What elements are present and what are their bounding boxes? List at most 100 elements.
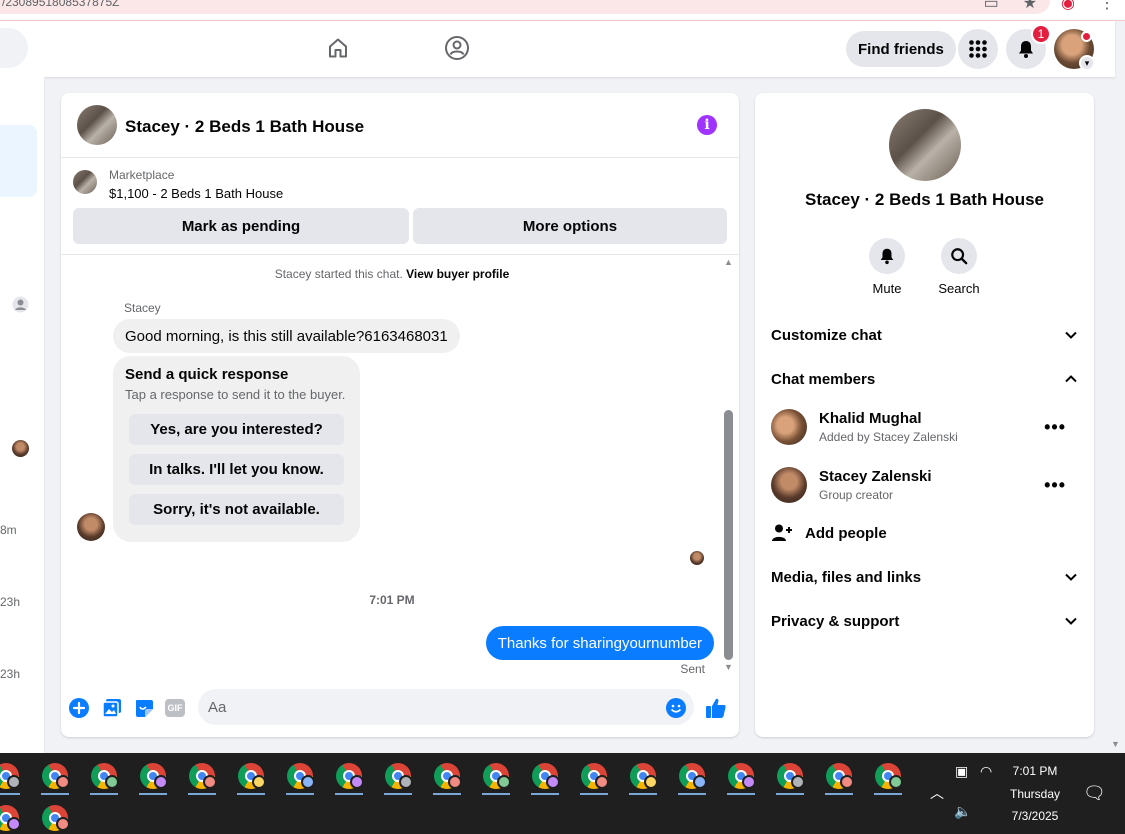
photo-icon[interactable] [101, 697, 123, 719]
taskbar-chrome-window[interactable] [137, 757, 169, 795]
taskbar-date[interactable]: 7/3/2025 [1002, 809, 1068, 823]
chat-list-sidebar: 8m 23h 23h [0, 77, 45, 753]
browser-toolbar: /2308951808537875Z ▭ ★ ◉ ⋮ [0, 0, 1125, 21]
privacy-support-section[interactable]: Privacy & support [771, 605, 1078, 637]
customize-chat-section[interactable]: Customize chat [771, 319, 1078, 351]
profile-badge-icon [840, 775, 854, 789]
volume-icon[interactable]: 🔈 [954, 803, 971, 820]
chevron-down-icon[interactable]: ▾ [1079, 55, 1095, 71]
device-icon[interactable]: ▣ [955, 763, 968, 780]
incoming-message-bubble[interactable]: Good morning, is this still available?61… [113, 319, 460, 353]
menu-grid-button[interactable] [958, 29, 998, 69]
taskbar-chrome-window[interactable] [0, 799, 22, 833]
quick-response-option[interactable]: In talks. I'll let you know. [129, 454, 344, 485]
add-people-label: Add people [805, 524, 887, 542]
search-field[interactable] [0, 28, 28, 68]
message-input[interactable] [198, 689, 694, 725]
wifi-icon[interactable]: ◠ [980, 763, 992, 780]
info-icon[interactable]: i [697, 115, 717, 135]
show-hidden-icons-chevron-icon[interactable]: ︿ [930, 783, 944, 803]
plus-icon[interactable] [68, 697, 90, 719]
cast-icon[interactable]: ▭ [984, 0, 999, 13]
page-scroll-down-icon[interactable]: ▼ [1111, 739, 1120, 749]
message-timestamp: 7:01 PM [369, 593, 415, 607]
listing-small-thumbnail[interactable] [73, 170, 97, 194]
mute-button[interactable]: Mute [857, 238, 917, 296]
facebook-header: Find friends 1 ▾ [0, 21, 1115, 77]
taskbar-chrome-window[interactable] [333, 757, 365, 795]
home-icon[interactable] [324, 34, 352, 62]
conversation-panel: Stacey · 2 Beds 1 Bath House i Marketpla… [61, 93, 739, 737]
conversation-header: Stacey · 2 Beds 1 Bath House i [61, 93, 739, 158]
taskbar-chrome-window[interactable] [431, 757, 463, 795]
chat-member-row[interactable]: Stacey Zalenski Group creator ••• [771, 461, 1078, 509]
active-window-indicator [629, 793, 657, 795]
chat-member-row[interactable]: Khalid Mughal Added by Stacey Zalenski •… [771, 403, 1078, 451]
taskbar-chrome-window[interactable] [235, 757, 267, 795]
taskbar-chrome-window[interactable] [284, 757, 316, 795]
taskbar-chrome-window[interactable] [186, 757, 218, 795]
more-options-icon[interactable]: ••• [1044, 417, 1066, 438]
thumbs-up-icon[interactable] [705, 697, 727, 719]
message-thread[interactable]: Stacey started this chat. View buyer pro… [61, 255, 739, 679]
more-options-icon[interactable]: ••• [1044, 475, 1066, 496]
scrollbar-thumb[interactable] [724, 410, 733, 660]
taskbar-chrome-window[interactable] [823, 757, 855, 795]
quick-response-option[interactable]: Yes, are you interested? [129, 414, 344, 445]
chat-list-item-active[interactable] [0, 125, 37, 197]
conversation-title[interactable]: Stacey · 2 Beds 1 Bath House [125, 117, 364, 137]
chat-members-section[interactable]: Chat members [771, 363, 1078, 395]
taskbar-chrome-window[interactable] [676, 757, 708, 795]
menu-kebab-icon[interactable]: ⋮ [1099, 0, 1115, 13]
taskbar-chrome-window[interactable] [627, 757, 659, 795]
profile-badge-icon [742, 775, 756, 789]
member-subtitle: Group creator [819, 488, 894, 502]
taskbar-day[interactable]: Thursday [1002, 787, 1068, 801]
taskbar-chrome-window[interactable] [480, 757, 512, 795]
mark-as-pending-button[interactable]: Mark as pending [73, 208, 409, 244]
quick-response-option[interactable]: Sorry, it's not available. [129, 494, 344, 525]
chevron-up-icon [1065, 375, 1077, 383]
taskbar-chrome-window[interactable] [39, 757, 71, 795]
emoji-icon[interactable] [665, 697, 687, 719]
taskbar-chrome-window[interactable] [88, 757, 120, 795]
taskbar-chrome-window[interactable] [529, 757, 561, 795]
search-in-conversation-button[interactable]: Search [929, 238, 989, 296]
scroll-up-icon[interactable]: ▲ [724, 257, 733, 267]
taskbar-chrome-window[interactable] [0, 757, 22, 795]
taskbar-chrome-window[interactable] [774, 757, 806, 795]
gif-icon[interactable]: GIF [164, 697, 186, 719]
quick-response-subtitle: Tap a response to send it to the buyer. [125, 387, 346, 402]
action-center-icon[interactable]: 🗨 [1083, 783, 1106, 804]
taskbar-chrome-window[interactable] [872, 757, 904, 795]
customize-chat-label: Customize chat [771, 326, 882, 344]
taskbar-chrome-window[interactable] [725, 757, 757, 795]
sticker-icon[interactable] [133, 697, 155, 719]
listing-title[interactable]: $1,100 - 2 Beds 1 Bath House [109, 186, 283, 201]
scroll-down-icon[interactable]: ▼ [724, 662, 733, 672]
browser-icons: ▭ ★ ◉ ⋮ [984, 0, 1115, 13]
profile-icon[interactable]: ◉ [1061, 0, 1075, 13]
view-buyer-profile-link[interactable]: View buyer profile [406, 267, 509, 281]
sender-avatar[interactable] [77, 513, 105, 541]
taskbar-time[interactable]: 7:01 PM [1002, 764, 1068, 778]
add-people-button[interactable]: Add people [771, 521, 887, 545]
taskbar-chrome-window[interactable] [382, 757, 414, 795]
listing-thumbnail[interactable] [77, 105, 117, 145]
media-files-links-section[interactable]: Media, files and links [771, 561, 1078, 593]
groups-icon[interactable] [443, 34, 471, 62]
conversation-info-panel: Stacey · 2 Beds 1 Bath House Mute Search… [755, 93, 1094, 737]
listing-large-thumbnail[interactable] [889, 109, 961, 181]
windows-taskbar: ︿ ▣ ◠ 🔈 7:01 PM Thursday 7/3/2025 🗨 [0, 753, 1125, 834]
outgoing-message-bubble[interactable]: Thanks for sharingyournumber [485, 626, 714, 660]
find-friends-button[interactable]: Find friends [846, 31, 956, 67]
taskbar-chrome-window[interactable] [39, 799, 71, 833]
bookmark-star-icon[interactable]: ★ [1023, 0, 1037, 13]
marketplace-label: Marketplace [109, 168, 175, 182]
more-options-button[interactable]: More options [413, 208, 727, 244]
profile-badge-icon [595, 775, 609, 789]
taskbar-chrome-window[interactable] [578, 757, 610, 795]
address-bar[interactable]: /2308951808537875Z [0, 0, 1050, 14]
active-window-indicator [433, 793, 461, 795]
profile-badge-icon [448, 775, 462, 789]
